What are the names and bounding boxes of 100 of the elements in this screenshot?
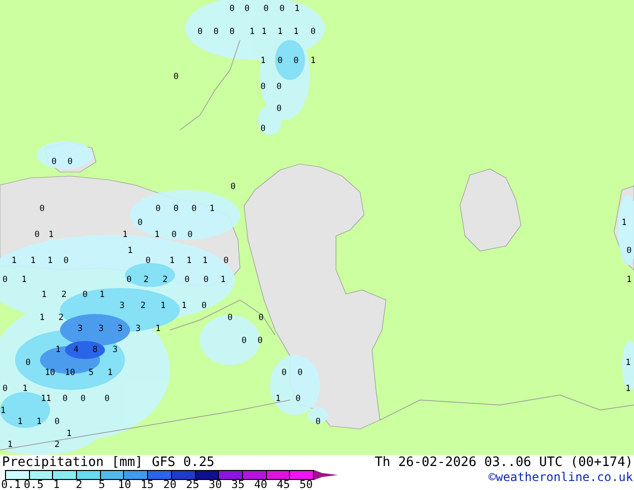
precipitation-value: 10 (64, 368, 76, 378)
precipitation-value: 1 (66, 429, 72, 439)
precipitation-value: 2 (162, 275, 168, 285)
precipitation-value: 0 (80, 394, 86, 404)
precipitation-value: 1 (155, 324, 161, 334)
precipitation-value: 0 (244, 4, 250, 14)
precipitation-value: 3 (117, 324, 123, 334)
precipitation-value: 4 (73, 345, 79, 355)
precipitation-value: 0 (295, 394, 301, 404)
precipitation-value: 0 (315, 417, 321, 427)
precipitation-value: 0 (126, 275, 132, 285)
precipitation-value: 1 (55, 345, 61, 355)
precipitation-value: 1 (36, 417, 42, 427)
precipitation-value: 1 (310, 56, 316, 66)
precipitation-value: 1 (220, 275, 226, 285)
precipitation-value: 1 (160, 301, 166, 311)
precipitation-value: 0 (51, 157, 57, 167)
precipitation-value: 0 (34, 230, 40, 240)
precipitation-value: 0 (229, 27, 235, 37)
precipitation-value: 1 (626, 275, 632, 285)
precipitation-value: 0 (258, 313, 264, 323)
scale-tick-label: 0.1 (1, 479, 21, 490)
precipitation-value: 1 (39, 313, 45, 323)
precipitation-value: 0 (137, 218, 143, 228)
precipitation-value: 0 (223, 256, 229, 266)
precipitation-value: 1 (122, 230, 128, 240)
precipitation-value: 3 (77, 324, 83, 334)
precipitation-value: 1 (22, 384, 28, 394)
precipitation-value: 1 (625, 384, 631, 394)
precipitation-value: 2 (140, 301, 146, 311)
precipitation-value: 1 (277, 27, 283, 37)
precipitation-value: 1 (30, 256, 36, 266)
precipitation-value: 0 (2, 384, 8, 394)
precipitation-value: 0 (281, 368, 287, 378)
precipitation-value: 1 (11, 256, 17, 266)
scale-tick-label: 1 (53, 479, 60, 490)
precipitation-value: 0 (293, 56, 299, 66)
precipitation-value: 0 (67, 157, 73, 167)
precipitation-value: 8 (92, 345, 98, 355)
precipitation-value: 0 (197, 27, 203, 37)
precipitation-value: 0 (279, 4, 285, 14)
precipitation-value: 0 (2, 275, 8, 285)
precipitation-value: 0 (104, 394, 110, 404)
precipitation-value: 1 (186, 256, 192, 266)
precipitation-value: 0 (229, 4, 235, 14)
precipitation-value: 0 (276, 104, 282, 114)
precipitation-value: 1 (181, 301, 187, 311)
precipitation-value: 1 (41, 290, 47, 300)
precipitation-value: 3 (98, 324, 104, 334)
precipitation-value: 2 (61, 290, 67, 300)
precipitation-value: 0 (257, 336, 263, 346)
scale-tick-label: 20 (163, 479, 177, 490)
precipitation-value: 0 (25, 358, 31, 368)
precipitation-value: 0 (626, 246, 632, 256)
credit-link[interactable]: ©weatheronline.co.uk (488, 470, 633, 485)
precipitation-value: 5 (88, 368, 94, 378)
precipitation-value: 1 (7, 440, 13, 450)
precipitation-value: 1 (169, 256, 175, 266)
precipitation-value: 1 (209, 204, 215, 214)
precipitation-value: 0 (201, 301, 207, 311)
precipitation-value: 0 (187, 230, 193, 240)
scale-tick-label: 50 (299, 479, 313, 490)
precipitation-value: 3 (119, 301, 125, 311)
precipitation-value: 0 (260, 82, 266, 92)
precipitation-value: 0 (276, 82, 282, 92)
precipitation-value: 3 (135, 324, 141, 334)
precipitation-value: 0 (82, 290, 88, 300)
precipitation-value: 1 (249, 27, 255, 37)
scale-tick-label: 15 (140, 479, 154, 490)
precipitation-value: 0 (173, 204, 179, 214)
precipitation-value: 1 (48, 230, 54, 240)
precipitation-value: 0 (297, 368, 303, 378)
scale-tick-label: 40 (254, 479, 268, 490)
precipitation-value: 0 (277, 56, 283, 66)
scale-tick-label: 35 (231, 479, 245, 490)
precipitation-value: 2 (54, 440, 60, 450)
scale-tick-label: 2 (76, 479, 82, 490)
precipitation-value: 0 (227, 313, 233, 323)
precipitation-value: 11 (40, 394, 52, 404)
model-name: GFS 0.25 (152, 455, 215, 470)
precipitation-value: 0 (191, 204, 197, 214)
precipitation-value: 0 (155, 204, 161, 214)
precipitation-value: 1 (621, 218, 627, 228)
precipitation-value: 0 (173, 72, 179, 82)
scale-tick-label: 30 (208, 479, 222, 490)
precipitation-value: 1 (625, 358, 631, 368)
precipitation-value: 1 (154, 230, 160, 240)
precipitation-value: 0 (39, 204, 45, 214)
precipitation-value: 0 (241, 336, 247, 346)
scale-tick-label: 10 (118, 479, 132, 490)
precipitation-value: 1 (261, 27, 267, 37)
precipitation-value: 10 (44, 368, 56, 378)
precipitation-value: 0 (54, 417, 60, 427)
precipitation-value: 2 (58, 313, 64, 323)
precipitation-value: 1 (294, 4, 300, 14)
precipitation-value: 1 (21, 275, 27, 285)
scale-tick-label: 45 (276, 479, 290, 490)
precipitation-value: 1 (275, 394, 281, 404)
precipitation-value: 1 (127, 246, 133, 256)
precipitation-value: 2 (143, 275, 149, 285)
